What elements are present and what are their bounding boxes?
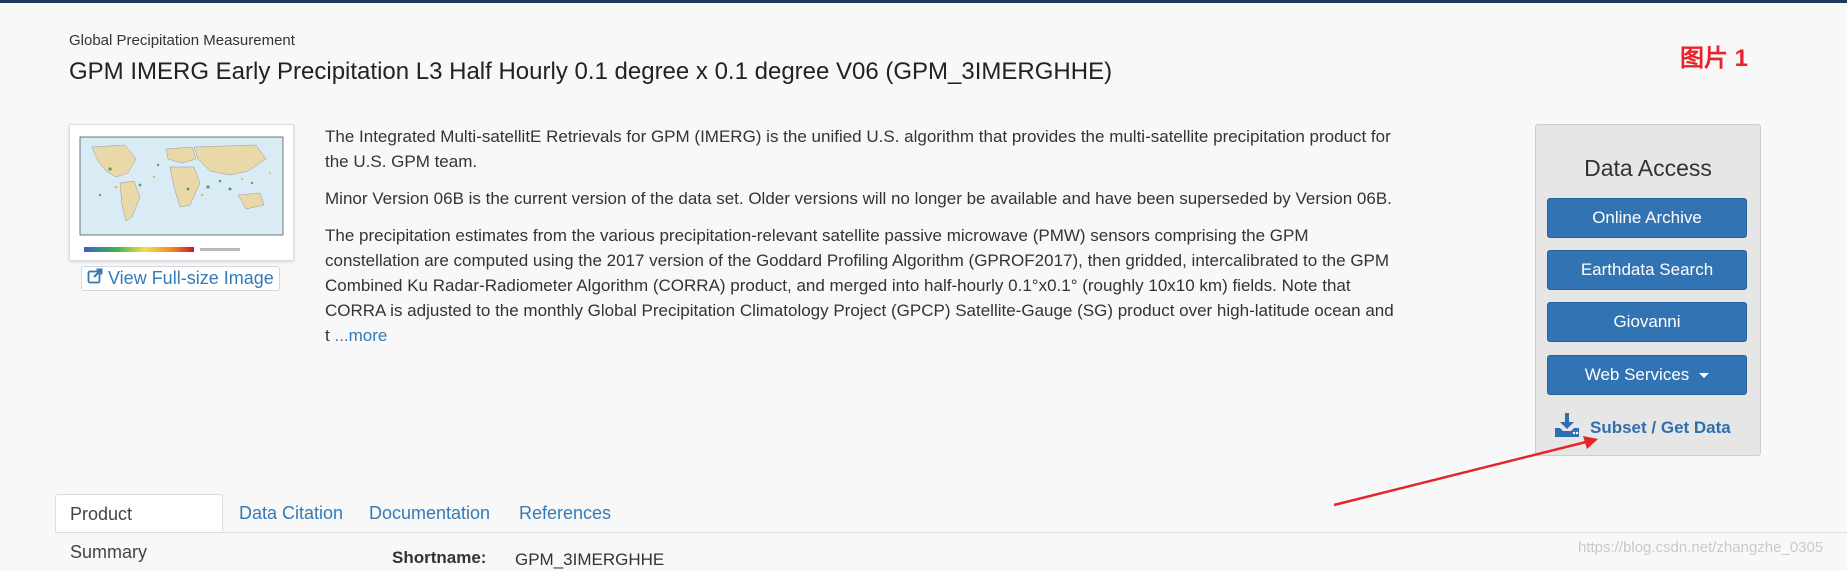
- external-link-icon: [87, 268, 103, 289]
- read-more-link[interactable]: ...more: [334, 326, 387, 345]
- button-label: Online Archive: [1592, 208, 1702, 227]
- web-services-dropdown[interactable]: Web Services: [1547, 355, 1747, 395]
- tab-label: Data Citation: [239, 503, 344, 523]
- tab-product-summary[interactable]: Product Summary: [55, 494, 223, 562]
- button-label: Web Services: [1584, 365, 1690, 384]
- giovanni-button[interactable]: Giovanni: [1547, 302, 1747, 342]
- description-paragraph: The precipitation estimates from the var…: [325, 223, 1395, 348]
- tab-data-citation[interactable]: Data Citation: [225, 494, 357, 532]
- data-access-panel: Data Access Online Archive Earthdata Sea…: [1535, 124, 1761, 456]
- online-archive-button[interactable]: Online Archive: [1547, 198, 1747, 238]
- tab-documentation[interactable]: Documentation: [355, 494, 504, 532]
- view-full-size-label: View Full-size Image: [108, 268, 274, 288]
- description-text: The precipitation estimates from the var…: [325, 226, 1394, 345]
- shortname-label: Shortname:: [392, 548, 487, 567]
- top-accent-bar: [0, 0, 1847, 3]
- product-tabs: Product Summary Data Citation Documentat…: [55, 494, 1847, 562]
- view-full-size-link[interactable]: View Full-size Image: [81, 266, 280, 291]
- watermark: https://blog.csdn.net/zhangzhe_0305: [1578, 539, 1824, 556]
- shortname-value: GPM_3IMERGHHE: [515, 550, 665, 569]
- button-label: Giovanni: [1613, 312, 1681, 331]
- description-paragraph: The Integrated Multi-satellitE Retrieval…: [325, 127, 1391, 171]
- tab-label: Product Summary: [70, 504, 148, 562]
- earthdata-search-button[interactable]: Earthdata Search: [1547, 250, 1747, 290]
- annotation-label: 图片 1: [1680, 45, 1749, 72]
- tab-label: Documentation: [369, 503, 491, 523]
- dataset-description: The Integrated Multi-satellitE Retrieval…: [325, 124, 1395, 360]
- subset-label: Subset / Get Data: [1590, 417, 1731, 437]
- caret-down-icon: [1699, 372, 1710, 378]
- data-access-title: Data Access: [1584, 155, 1712, 181]
- mission-name: Global Precipitation Measurement: [69, 32, 295, 49]
- description-paragraph: Minor Version 06B is the current version…: [325, 189, 1392, 208]
- page-title: GPM IMERG Early Precipitation L3 Half Ho…: [69, 58, 1113, 85]
- tab-references[interactable]: References: [505, 494, 625, 532]
- subset-get-data-link[interactable]: Subset / Get Data: [1554, 412, 1731, 443]
- tab-label: References: [519, 503, 612, 523]
- dataset-thumbnail[interactable]: [69, 124, 294, 261]
- download-icon: [1554, 412, 1580, 443]
- button-label: Earthdata Search: [1580, 260, 1714, 279]
